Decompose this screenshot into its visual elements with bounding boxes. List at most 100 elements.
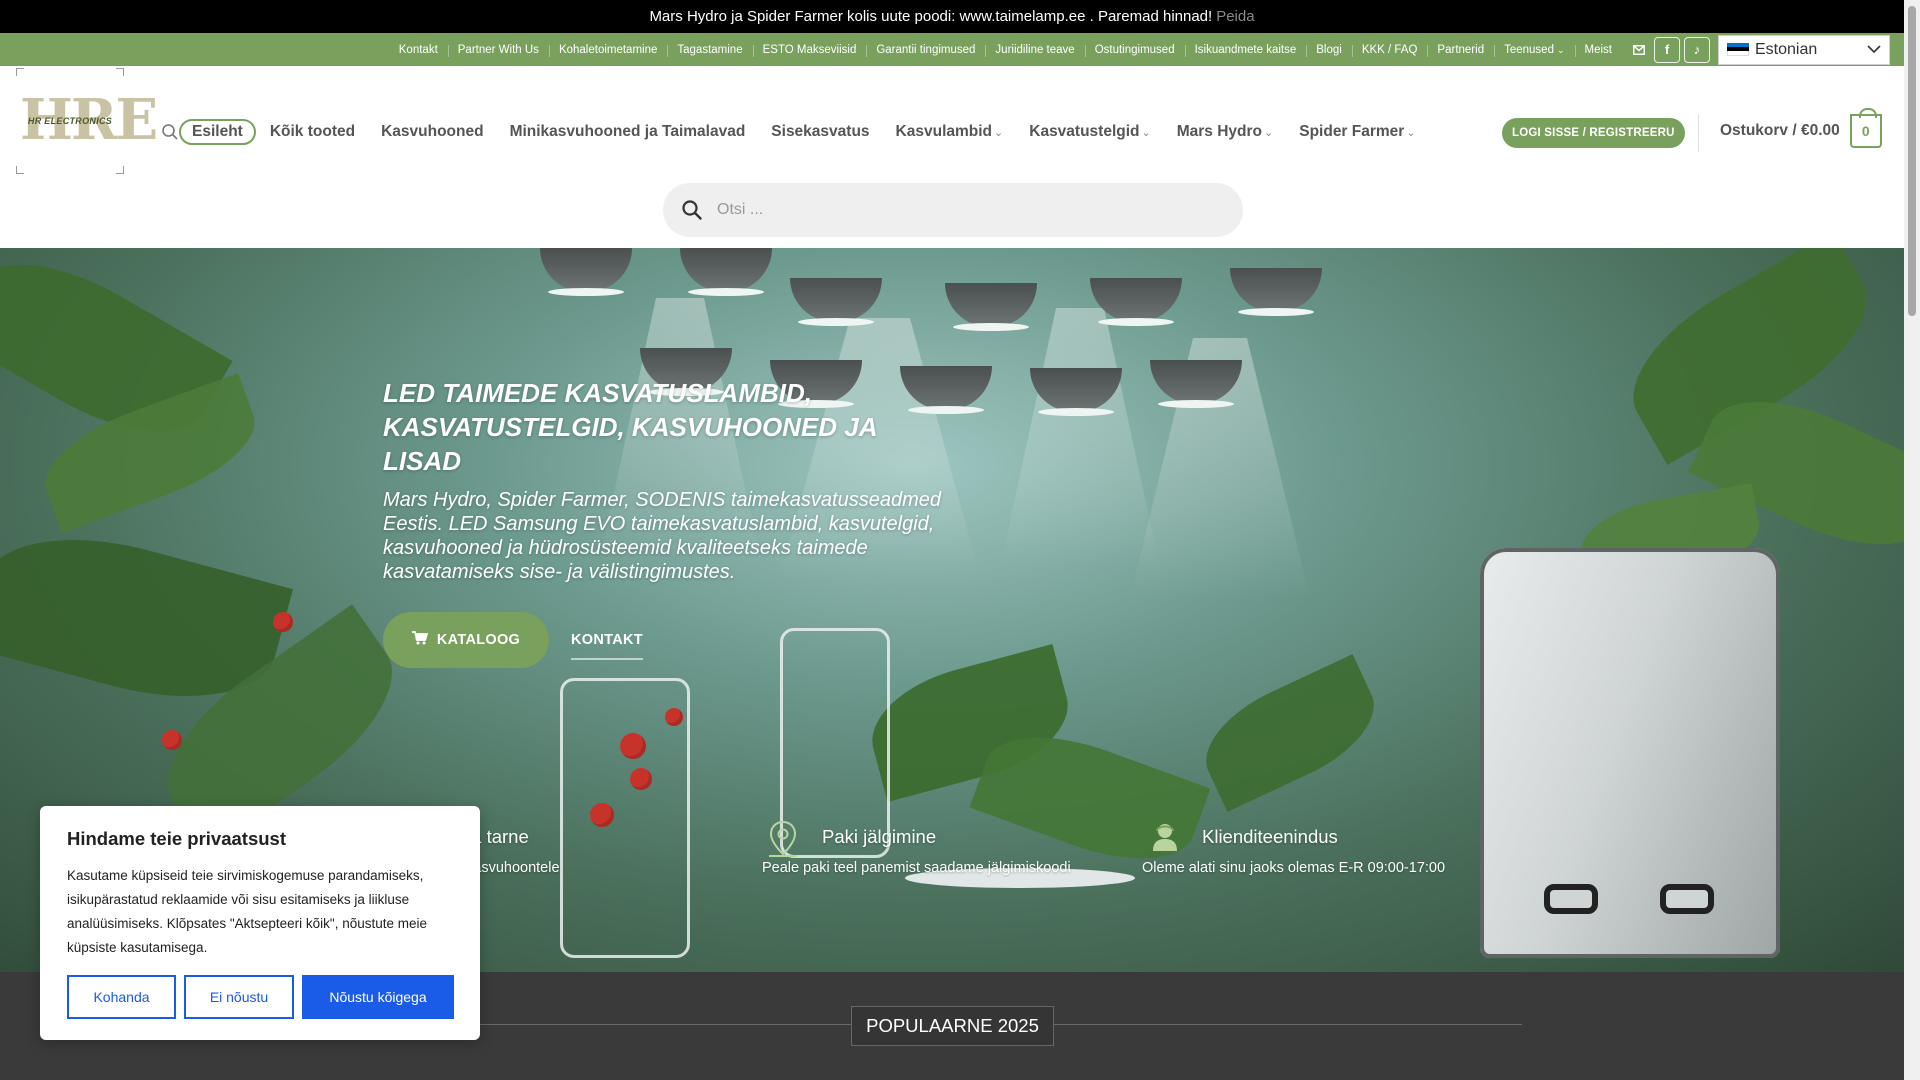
estonian-flag-icon (1727, 42, 1749, 57)
nav-kasvulambid-label: Kasvulambid (895, 123, 993, 140)
tomato (162, 730, 182, 750)
tomato (273, 612, 293, 632)
nav-kasvatustelgid[interactable]: Kasvatustelgid ⌄ (1016, 123, 1163, 141)
tent-vent (1660, 884, 1714, 914)
logo-corner (16, 68, 24, 76)
top-nav-meist[interactable]: Meist (1574, 44, 1622, 57)
top-nav-kohaletoimetamine[interactable]: Kohaletoimetamine (548, 44, 667, 57)
facebook-icon[interactable]: f (1654, 36, 1680, 63)
feature-title: Paki jälgimine (822, 826, 937, 847)
top-nav-juriidiline-teave[interactable]: Juriidiline teave (985, 44, 1084, 57)
flag-stripe-white (1727, 51, 1749, 57)
catalog-button[interactable]: KATALOOG (383, 612, 549, 668)
chevron-down-icon: ⌄ (1406, 127, 1416, 139)
chevron-down-icon: ⌄ (1141, 127, 1151, 139)
feature-support: Klienditeenindus Oleme alati sinu jaoks … (1142, 824, 1446, 876)
nav-sisekasvatus[interactable]: Sisekasvatus (758, 123, 882, 141)
nav-kasvulambid[interactable]: Kasvulambid ⌄ (883, 123, 1017, 141)
hero-title: LED TAIMEDE KASVATUSLAMBID, KASVATUSTELG… (383, 378, 877, 476)
top-nav-garantii-tingimused[interactable]: Garantii tingimused (866, 44, 985, 57)
tiktok-icon[interactable]: ♪ (1684, 36, 1710, 63)
tent-vent (1544, 884, 1598, 914)
map-pin-icon (768, 820, 798, 863)
light-beam (1000, 308, 1160, 568)
top-nav-blogi[interactable]: Blogi (1306, 44, 1352, 57)
site-logo[interactable]: HRE HR ELECTRONICS (16, 68, 158, 174)
cookie-buttons: Kohanda Ei nõustu Nõustu kõigega (67, 975, 454, 1019)
nav-koik-tooted[interactable]: Kõik tooted (257, 123, 368, 141)
logo-corner (116, 68, 124, 76)
tomato (620, 733, 646, 759)
cookie-title: Hindame teie privaatsust (67, 828, 286, 849)
feature-title: Klienditeenindus (1202, 826, 1338, 847)
cart-link[interactable]: Ostukorv / €0.00 0 (1720, 108, 1882, 148)
user-support-icon (1152, 822, 1178, 857)
grow-lamp (790, 278, 882, 326)
top-nav-esto-makseviisid[interactable]: ESTO Makseviisid (752, 44, 867, 57)
site-header: HRE HR ELECTRONICS Esileht Kõik tooted K… (0, 66, 1904, 248)
search-input[interactable] (717, 201, 1197, 219)
feature-text: Peale paki teel panemist saadame jälgimi… (762, 860, 1071, 876)
nav-kasvatustelgid-label: Kasvatustelgid (1029, 123, 1140, 140)
feature-title: ta tarne (466, 826, 529, 847)
chevron-down-icon: ⌄ (1556, 44, 1565, 55)
cart-count-badge: 0 (1849, 108, 1882, 148)
search-icon[interactable] (161, 123, 179, 141)
cart-icon (411, 631, 429, 649)
cookie-customize-button[interactable]: Kohanda (67, 975, 176, 1019)
announcement-bar: Mars Hydro ja Spider Farmer kolis uute p… (0, 0, 1904, 33)
language-select[interactable]: Estonian (1718, 34, 1890, 65)
page-scrollbar[interactable] (1904, 0, 1920, 1080)
nav-esileht[interactable]: Esileht (179, 119, 256, 145)
top-nav: Kontakt Partner With Us Kohaletoimetamin… (389, 33, 1622, 66)
cookie-text: Kasutame küpsiseid teie sirvimiskogemuse… (67, 868, 428, 955)
grow-lamp (680, 248, 772, 296)
nav-mars-hydro-label: Mars Hydro (1176, 123, 1263, 140)
top-nav-partner-with-us[interactable]: Partner With Us (447, 44, 549, 57)
top-nav-ostutingimused[interactable]: Ostutingimused (1084, 44, 1185, 57)
search-icon[interactable] (681, 199, 703, 221)
top-nav-kontakt[interactable]: Kontakt (389, 44, 448, 56)
feature-text: Oleme alati sinu jaoks olemas E-R 09:00-… (1142, 860, 1446, 876)
tomato (665, 708, 683, 726)
header-divider (1698, 114, 1699, 152)
main-nav: Esileht Kõik tooted Kasvuhooned Minikasv… (179, 112, 1429, 152)
logo-corner (116, 166, 124, 174)
announcement-text: Mars Hydro ja Spider Farmer kolis uute p… (649, 8, 1213, 25)
tomato (590, 803, 614, 827)
top-nav-kkk-faq[interactable]: KKK / FAQ (1351, 44, 1428, 57)
nav-kasvuhooned[interactable]: Kasvuhooned (368, 123, 496, 141)
feature-text: kasvuhoontele (466, 860, 560, 876)
top-nav-isikuandmete-kaitse[interactable]: Isikuandmete kaitse (1184, 44, 1307, 57)
chevron-down-icon: ⌄ (1264, 127, 1274, 139)
plant-leaf (1189, 654, 1391, 812)
mail-icon[interactable] (1628, 39, 1650, 61)
top-nav-teenused[interactable]: Teenused ⌄ (1494, 43, 1574, 57)
logo-corner (16, 166, 24, 174)
catalog-button-label: KATALOOG (436, 632, 521, 648)
cookie-reject-button[interactable]: Ei nõustu (184, 975, 294, 1019)
nav-spider-farmer-label: Spider Farmer (1299, 123, 1405, 140)
nav-minikasvuhooned[interactable]: Minikasvuhooned ja Taimalavad (497, 123, 759, 141)
scrollbar-thumb[interactable] (1908, 6, 1916, 316)
top-nav-partnerid[interactable]: Partnerid (1427, 44, 1494, 57)
hero-subtitle: Mars Hydro, Spider Farmer, SODENIS taime… (383, 489, 941, 583)
contact-button[interactable]: KONTAKT (571, 632, 643, 660)
grow-tent (1480, 548, 1780, 958)
feature-tracking: Paki jälgimine Peale paki teel panemist … (762, 820, 1071, 876)
announcement-dismiss-link[interactable]: Peida (1216, 8, 1254, 25)
section-divider-line (1054, 1024, 1522, 1025)
login-register-button[interactable]: LOGI SISSE / REGISTREERU (1502, 118, 1685, 148)
tomato (630, 768, 652, 790)
cookie-accept-all-button[interactable]: Nõustu kõigega (302, 975, 454, 1019)
nav-spider-farmer[interactable]: Spider Farmer ⌄ (1286, 123, 1428, 141)
feature-shipping: ta tarne kasvuhoontele (466, 826, 560, 876)
search-bar (663, 183, 1243, 237)
top-nav-teenused-label: Teenused (1504, 43, 1554, 56)
nav-mars-hydro[interactable]: Mars Hydro ⌄ (1164, 123, 1287, 141)
chevron-down-icon: ⌄ (994, 127, 1004, 139)
top-nav-tagastamine[interactable]: Tagastamine (667, 44, 752, 57)
grow-lamp (945, 283, 1037, 331)
grow-lamp (1230, 268, 1322, 316)
section-title: POPULAARNE 2025 (851, 1006, 1054, 1046)
